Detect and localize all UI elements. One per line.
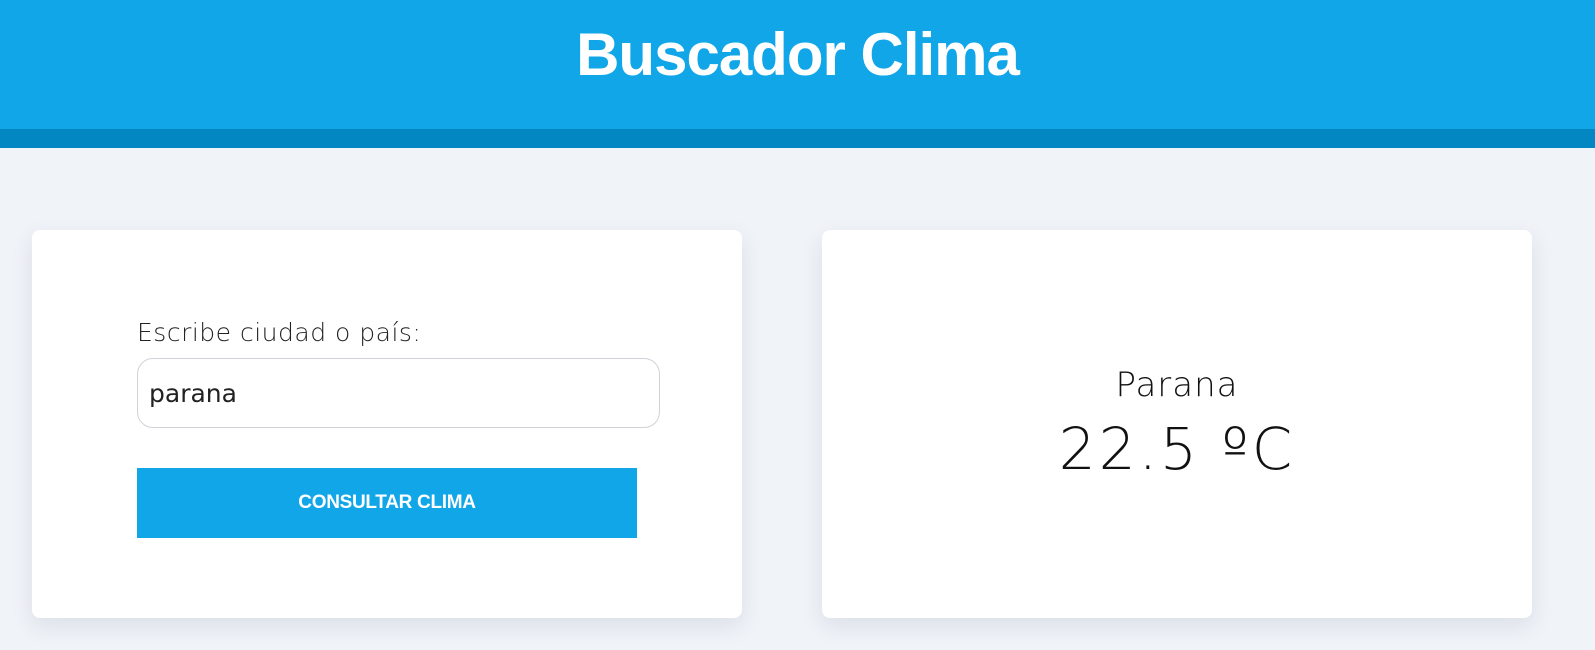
result-temperature: 22.5 ºC bbox=[1058, 415, 1296, 483]
search-form-card: Escribe ciudad o país: CONSULTAR CLIMA bbox=[32, 230, 742, 618]
page-title: Buscador Clima bbox=[576, 21, 1020, 88]
weather-result-card: Parana 22.5 ºC bbox=[822, 230, 1532, 618]
city-search-input[interactable] bbox=[137, 358, 660, 428]
result-city-name: Parana bbox=[1115, 365, 1239, 405]
consultar-clima-button[interactable]: CONSULTAR CLIMA bbox=[137, 468, 637, 538]
header-bottom-band bbox=[0, 129, 1595, 148]
page-header: Buscador Clima bbox=[0, 0, 1595, 148]
city-field-label: Escribe ciudad o país: bbox=[137, 318, 422, 347]
